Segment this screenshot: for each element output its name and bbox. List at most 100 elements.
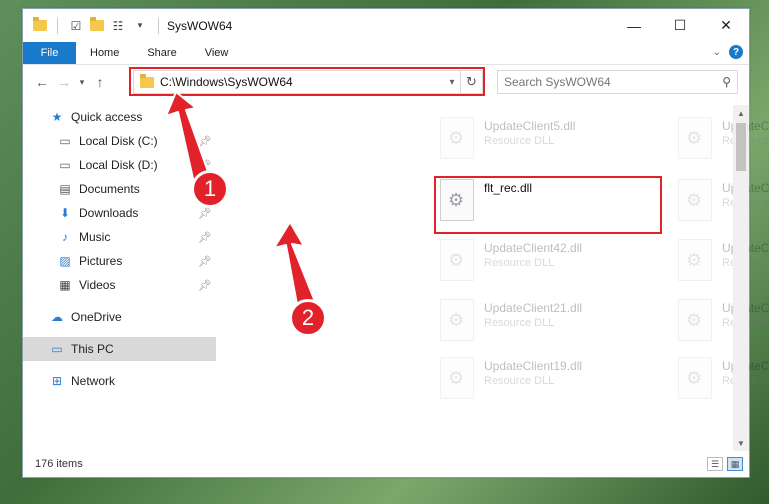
computer-icon: ▭ [51,342,63,356]
file-item[interactable]: UpdateClient5.dll Resource DLL [440,117,670,167]
sidebar-item-label: This PC [71,342,114,356]
scroll-thumb[interactable] [736,123,746,171]
drive-icon: ▭ [59,158,71,172]
tab-share[interactable]: Share [133,42,190,64]
expand-ribbon-icon[interactable]: ⌄ [713,47,721,58]
cloud-icon: ☁ [51,310,63,324]
file-item[interactable]: UpdateClient42.dllResource DLL [440,239,670,289]
recent-locations-button[interactable]: ▾ [75,71,89,93]
ribbon-tabs: File Home Share View ⌄ ? [23,42,749,65]
sidebar-item-quick-access[interactable]: ★ Quick access [23,105,216,129]
sidebar-item-label: OneDrive [71,310,122,324]
tab-file[interactable]: File [23,42,76,64]
dll-file-icon [440,299,474,341]
title-bar: ☑ ☷ ▾ SysWOW64 — ☐ ✕ [23,9,749,42]
sidebar-item-network[interactable]: ⊞ Network [23,369,216,393]
file-item[interactable]: UpdateClient42.dllResource DLL [678,117,769,167]
help-icon[interactable]: ? [729,45,743,59]
music-icon: ♪ [62,230,68,244]
status-bar: 176 items ☰ ▦ [23,451,749,477]
dll-file-icon [440,357,474,399]
explorer-window: ☑ ☷ ▾ SysWOW64 — ☐ ✕ File Home Share Vie… [22,8,769,478]
pin-icon[interactable]: 📌︎ [198,135,212,148]
sidebar-item-label: Quick access [71,110,143,124]
dll-file-icon [678,357,712,399]
file-name: UpdateClient21.dll [484,301,583,315]
close-button[interactable]: ✕ [703,9,749,42]
new-folder-icon[interactable] [90,17,104,31]
chevron-down-icon[interactable]: ▾ [132,18,148,34]
pin-icon[interactable]: 📌︎ [198,231,212,244]
file-name: UpdateClient19.dll [484,359,583,373]
sidebar-item-label: Videos [79,278,116,292]
file-type: Resource DLL [484,317,555,329]
window-controls: — ☐ ✕ [611,9,749,42]
file-item[interactable]: UpdateClient21.dll Resource DLL [440,299,670,349]
file-list: UpdateClient5.dll Resource DLL UpdateClie… [216,105,769,451]
search-input[interactable]: Search SysWOW64 ⚲ [497,70,738,94]
scroll-down-arrow-icon[interactable]: ▼ [733,435,749,451]
sidebar-item-local-disk-c[interactable]: ▭ Local Disk (C:) 📌︎ [23,129,216,153]
address-highlight-box [129,67,485,96]
details-view-icon[interactable]: ☰ [707,457,723,471]
tab-home[interactable]: Home [76,42,133,64]
file-type: Resource DLL [484,135,555,147]
dll-file-icon [678,117,712,159]
file-name: UpdateClient5.dll [484,119,576,133]
file-highlight-box [434,176,662,234]
sidebar-item-downloads[interactable]: ⬇ Downloads 📌︎ [23,201,216,225]
file-item[interactable]: UpdateClient19.dll Resource DLL [440,357,670,407]
sidebar-item-label: Network [71,374,116,388]
navigation-bar: ← → ▾ ↑ C:\Windows\SysWOW64 ▾ ↻ Search S… [23,65,749,99]
sidebar-item-videos[interactable]: ▦ Videos 📌︎ [23,273,216,297]
customize-toolbar-icon[interactable]: ☷ [110,18,126,34]
window-title: SysWOW64 [167,18,233,33]
up-button[interactable]: ↑ [89,71,111,93]
step-2-badge: 2 [289,299,327,337]
sidebar-item-label: Local Disk (C:) [79,134,158,148]
step-1-badge: 1 [191,170,229,208]
dll-file-icon [678,179,712,221]
pin-icon[interactable]: 📌︎ [198,279,212,292]
view-buttons: ☰ ▦ [707,457,743,471]
back-button[interactable]: ← [31,71,53,93]
toolbar-separator [158,17,159,34]
search-icon[interactable]: ⚲ [722,75,731,89]
dll-file-icon [440,117,474,159]
file-item[interactable]: UpdateClient42.dllResource DLL [678,299,769,349]
quick-access-toolbar: ☑ ☷ ▾ [23,17,163,34]
file-type: Resource DLL [484,375,555,387]
panes: ★ Quick access ▭ Local Disk (C:) 📌︎ ▭ Lo… [23,105,769,451]
sidebar-item-documents[interactable]: ▤ Documents 📌︎ [23,177,216,201]
file-type: Resource DLL [484,257,555,269]
pin-icon[interactable]: 📌︎ [198,207,212,220]
sidebar-item-label: Pictures [79,254,123,268]
vertical-scrollbar[interactable]: ▲ ▼ [733,105,749,451]
sidebar-item-music[interactable]: ♪ Music 📌︎ [23,225,216,249]
sidebar-item-label: Local Disk (D:) [79,158,158,172]
forward-button[interactable]: → [53,71,75,93]
file-item[interactable]: UpdateClient42.dllResource DLL [678,179,769,229]
pin-icon[interactable]: 📌︎ [198,255,212,268]
sidebar-item-label: Downloads [79,206,139,220]
item-count: 176 items [35,458,83,470]
tab-view[interactable]: View [191,42,243,64]
sidebar-item-pictures[interactable]: ▨ Pictures 📌︎ [23,249,216,273]
maximize-button[interactable]: ☐ [657,9,703,42]
toolbar-separator [57,17,58,34]
file-item[interactable]: UpdateClient5.dllResource DLL [678,357,769,407]
minimize-button[interactable]: — [611,9,657,42]
tiles-view-icon[interactable]: ▦ [727,457,743,471]
star-icon: ★ [51,110,63,124]
sidebar-item-onedrive[interactable]: ☁ OneDrive [23,305,216,329]
properties-icon[interactable]: ☑ [68,18,84,34]
sidebar-item-this-pc[interactable]: ▭ This PC [23,337,216,361]
dll-file-icon [678,239,712,281]
file-item[interactable]: UpdateClient21.dllResource DLL [678,239,769,289]
folder-icon [33,17,47,31]
videos-icon: ▦ [59,278,71,292]
downloads-icon: ⬇ [59,206,71,220]
sidebar-item-local-disk-d[interactable]: ▭ Local Disk (D:) 📌︎ [23,153,216,177]
scroll-up-arrow-icon[interactable]: ▲ [733,105,749,121]
